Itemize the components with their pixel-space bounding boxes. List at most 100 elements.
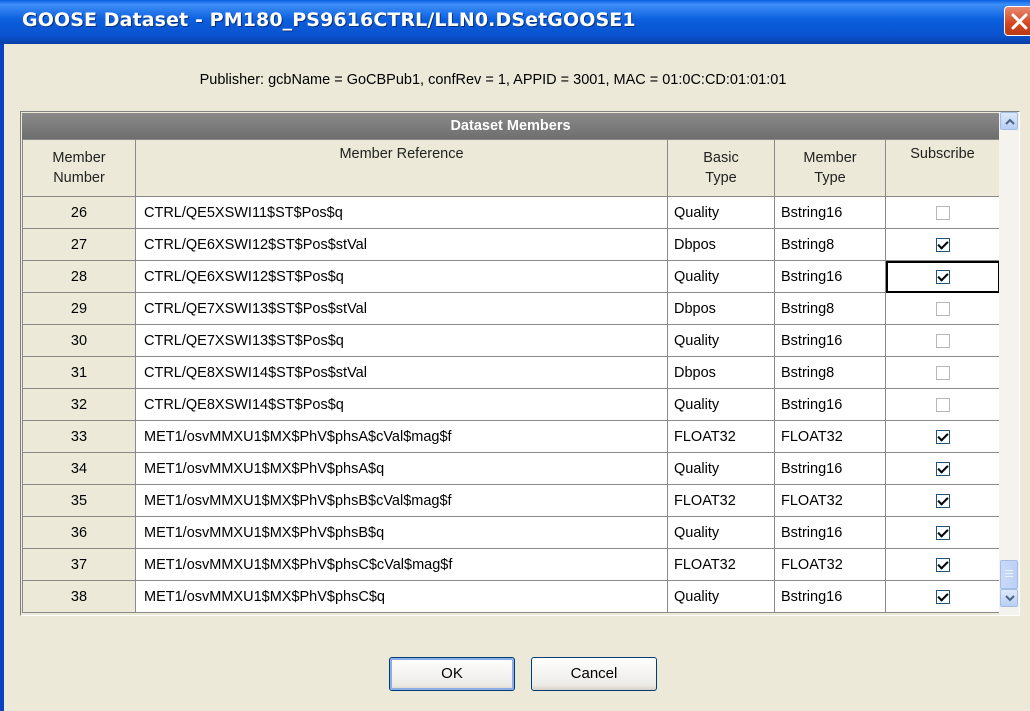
member-reference-cell: MET1/osvMMXU1$MX$PhV$phsB$q: [135, 516, 668, 549]
window-border: [0, 44, 4, 711]
subscribe-cell[interactable]: [885, 324, 1000, 357]
table-row[interactable]: 32 CTRL/QE8XSWI14$ST$Pos$q Quality Bstring1…: [22, 388, 1000, 421]
subscribe-cell[interactable]: [885, 548, 1000, 581]
member-type-cell: Bstring16: [774, 324, 886, 357]
member-reference-cell: MET1/osvMMXU1$MX$PhV$phsA$q: [135, 452, 668, 485]
member-number-cell: 28: [22, 260, 136, 293]
subscribe-checkbox[interactable]: [935, 589, 950, 604]
scroll-down-button[interactable]: [1000, 589, 1018, 607]
table-row[interactable]: 36 MET1/osvMMXU1$MX$PhV$phsB$q Quality Bstr…: [22, 516, 1000, 549]
table-row[interactable]: 30 CTRL/QE7XSWI13$ST$Pos$q Quality Bstring1…: [22, 324, 1000, 357]
subscribe-checkbox[interactable]: [935, 301, 950, 316]
close-icon: [1011, 13, 1028, 30]
scroll-up-button[interactable]: [1000, 112, 1018, 130]
goose-dataset-dialog: GOOSE Dataset - PM180_PS9616CTRL/LLN0.DS…: [0, 0, 1030, 711]
subscribe-cell[interactable]: [885, 580, 1000, 613]
subscribe-cell[interactable]: [885, 484, 1000, 517]
subscribe-checkbox[interactable]: [935, 269, 950, 284]
subscribe-checkbox[interactable]: [935, 461, 950, 476]
table-row[interactable]: 26 CTRL/QE5XSWI11$ST$Pos$q Quality Bstring1…: [22, 196, 1000, 229]
table-row[interactable]: 27 CTRL/QE6XSWI12$ST$Pos$stVal Dbpos Bstrin…: [22, 228, 1000, 261]
subscribe-checkbox[interactable]: [935, 493, 950, 508]
member-type-cell: FLOAT32: [774, 548, 886, 581]
subscribe-cell[interactable]: [885, 356, 1000, 389]
col-header-member-number[interactable]: Member Number: [22, 139, 136, 197]
basic-type-cell: Quality: [667, 196, 775, 229]
member-number-cell: 38: [22, 580, 136, 613]
basic-type-cell: FLOAT32: [667, 420, 775, 453]
member-number-cell: 27: [22, 228, 136, 261]
member-number-cell: 35: [22, 484, 136, 517]
basic-type-cell: Dbpos: [667, 228, 775, 261]
member-type-cell: Bstring8: [774, 356, 886, 389]
subscribe-cell[interactable]: [885, 260, 1000, 293]
close-button[interactable]: [1004, 6, 1030, 36]
subscribe-checkbox[interactable]: [935, 205, 950, 220]
title-bar[interactable]: GOOSE Dataset - PM180_PS9616CTRL/LLN0.DS…: [0, 0, 1030, 44]
member-reference-cell: CTRL/QE8XSWI14$ST$Pos$q: [135, 388, 668, 421]
member-type-cell: Bstring8: [774, 228, 886, 261]
chevron-up-icon: [1005, 118, 1015, 125]
member-reference-cell: MET1/osvMMXU1$MX$PhV$phsA$cVal$mag$f: [135, 420, 668, 453]
member-reference-cell: CTRL/QE6XSWI12$ST$Pos$stVal: [135, 228, 668, 261]
members-table: Member Number Member Reference Basic Type …: [22, 139, 1000, 613]
table-row[interactable]: 38 MET1/osvMMXU1$MX$PhV$phsC$q Quality Bstr…: [22, 580, 1000, 613]
col-header-member-reference[interactable]: Member Reference: [135, 139, 668, 197]
publisher-text: Publisher: gcbName = GoCBPub1, confRev =…: [199, 72, 787, 88]
publisher-info: Publisher: gcbName = GoCBPub1, confRev =…: [0, 72, 1030, 88]
basic-type-cell: Dbpos: [667, 292, 775, 325]
dataset-members-grid: Dataset Members Member Number Member Refe…: [21, 112, 1019, 615]
table-row[interactable]: 37 MET1/osvMMXU1$MX$PhV$phsC$cVal$mag$f FL…: [22, 548, 1000, 581]
basic-type-cell: Quality: [667, 260, 775, 293]
member-type-cell: Bstring16: [774, 516, 886, 549]
member-type-cell: Bstring16: [774, 388, 886, 421]
subscribe-cell[interactable]: [885, 196, 1000, 229]
subscribe-cell[interactable]: [885, 452, 1000, 485]
vertical-scrollbar[interactable]: [999, 112, 1019, 615]
member-reference-cell: CTRL/QE7XSWI13$ST$Pos$stVal: [135, 292, 668, 325]
member-reference-cell: CTRL/QE8XSWI14$ST$Pos$stVal: [135, 356, 668, 389]
member-number-cell: 36: [22, 516, 136, 549]
member-type-cell: Bstring16: [774, 580, 886, 613]
subscribe-checkbox[interactable]: [935, 237, 950, 252]
member-number-cell: 31: [22, 356, 136, 389]
basic-type-cell: FLOAT32: [667, 484, 775, 517]
table-row[interactable]: 35 MET1/osvMMXU1$MX$PhV$phsB$cVal$mag$f FL…: [22, 484, 1000, 517]
member-number-cell: 29: [22, 292, 136, 325]
basic-type-cell: Dbpos: [667, 356, 775, 389]
member-type-cell: Bstring8: [774, 292, 886, 325]
table-row[interactable]: 33 MET1/osvMMXU1$MX$PhV$phsA$cVal$mag$f FL…: [22, 420, 1000, 453]
subscribe-checkbox[interactable]: [935, 397, 950, 412]
subscribe-checkbox[interactable]: [935, 557, 950, 572]
subscribe-cell[interactable]: [885, 420, 1000, 453]
col-header-member-type[interactable]: Member Type: [774, 139, 886, 197]
member-reference-cell: CTRL/QE7XSWI13$ST$Pos$q: [135, 324, 668, 357]
member-reference-cell: MET1/osvMMXU1$MX$PhV$phsC$q: [135, 580, 668, 613]
table-row[interactable]: 34 MET1/osvMMXU1$MX$PhV$phsA$q Quality Bstr…: [22, 452, 1000, 485]
member-number-cell: 37: [22, 548, 136, 581]
table-row[interactable]: 31 CTRL/QE8XSWI14$ST$Pos$stVal Dbpos Bstrin…: [22, 356, 1000, 389]
member-type-cell: FLOAT32: [774, 484, 886, 517]
member-reference-cell: CTRL/QE5XSWI11$ST$Pos$q: [135, 196, 668, 229]
subscribe-cell[interactable]: [885, 228, 1000, 261]
cancel-button[interactable]: Cancel: [531, 657, 657, 691]
member-number-cell: 30: [22, 324, 136, 357]
subscribe-checkbox[interactable]: [935, 429, 950, 444]
subscribe-cell[interactable]: [885, 388, 1000, 421]
ok-button[interactable]: OK: [389, 657, 515, 691]
member-number-cell: 26: [22, 196, 136, 229]
subscribe-checkbox[interactable]: [935, 365, 950, 380]
subscribe-cell[interactable]: [885, 516, 1000, 549]
member-reference-cell: MET1/osvMMXU1$MX$PhV$phsC$cVal$mag$f: [135, 548, 668, 581]
table-row[interactable]: 28 CTRL/QE6XSWI12$ST$Pos$q Quality Bstring1…: [22, 260, 1000, 293]
col-header-subscribe[interactable]: Subscribe: [885, 139, 1000, 197]
col-header-basic-type[interactable]: Basic Type: [667, 139, 775, 197]
basic-type-cell: Quality: [667, 452, 775, 485]
subscribe-checkbox[interactable]: [935, 333, 950, 348]
table-row[interactable]: 29 CTRL/QE7XSWI13$ST$Pos$stVal Dbpos Bstrin…: [22, 292, 1000, 325]
basic-type-cell: FLOAT32: [667, 548, 775, 581]
member-number-cell: 34: [22, 452, 136, 485]
scroll-thumb[interactable]: [1000, 560, 1018, 589]
subscribe-cell[interactable]: [885, 292, 1000, 325]
subscribe-checkbox[interactable]: [935, 525, 950, 540]
